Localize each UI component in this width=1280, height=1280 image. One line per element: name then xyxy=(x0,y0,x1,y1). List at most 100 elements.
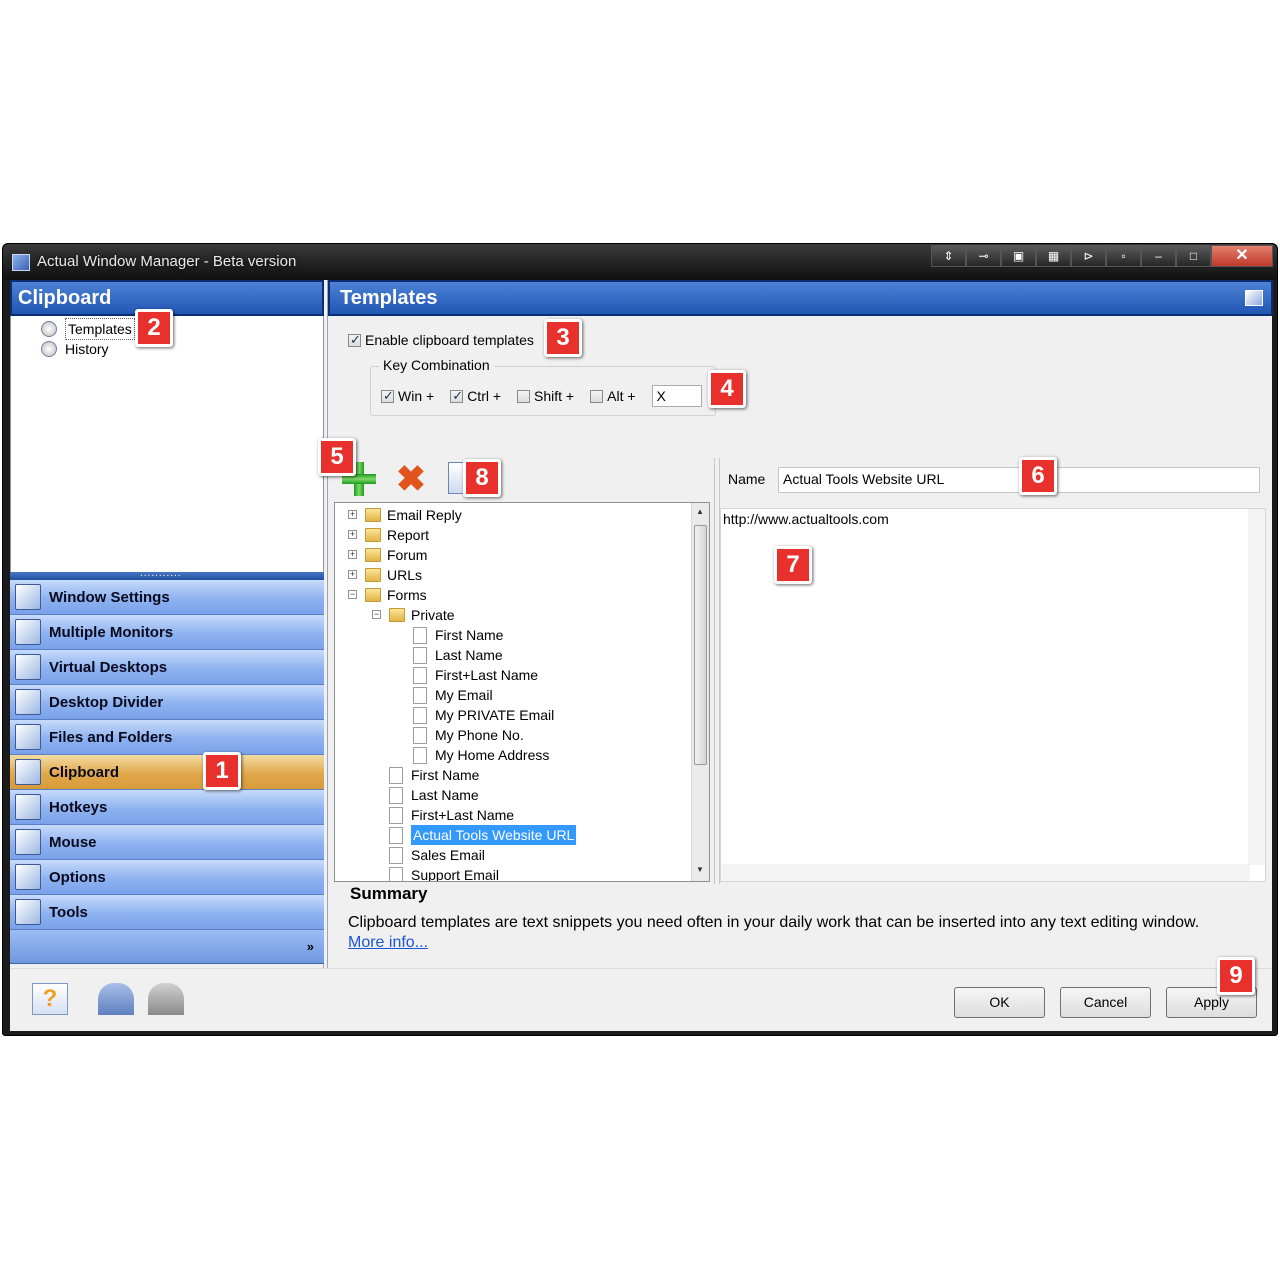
tree-item-label: Forms xyxy=(387,587,427,603)
clipboard-icon xyxy=(15,759,41,785)
tree-item[interactable]: Sales Email xyxy=(389,845,485,865)
tree-item[interactable]: Forms xyxy=(365,585,427,605)
nav-label: Mouse xyxy=(49,833,97,851)
nav-more-button[interactable]: » xyxy=(10,930,324,964)
delete-template-button[interactable]: ✖ xyxy=(394,461,428,497)
scroll-up-arrow-icon[interactable]: ▲ xyxy=(696,507,704,516)
nav-multiple-monitors[interactable]: Multiple Monitors xyxy=(10,615,324,650)
alt-key-checkbox[interactable]: Alt + xyxy=(590,388,636,404)
editor-horizontal-scrollbar[interactable] xyxy=(721,864,1250,881)
nav-desktop-divider[interactable]: Desktop Divider xyxy=(10,685,324,720)
section-title: Templates xyxy=(340,287,438,309)
nav-label: Multiple Monitors xyxy=(49,623,174,641)
title-btn-tray[interactable]: ▫ xyxy=(1106,245,1141,267)
tree-expander-icon[interactable]: − xyxy=(348,590,357,599)
hotkey-input[interactable]: X xyxy=(651,385,702,407)
tree-item[interactable]: My Home Address xyxy=(413,745,549,765)
tree-expander-icon[interactable]: − xyxy=(372,610,381,619)
nav-label: Desktop Divider xyxy=(49,693,164,711)
tree-item[interactable]: Actual Tools Website URL xyxy=(389,825,577,845)
ctrl-key-checkbox[interactable]: Ctrl + xyxy=(450,388,501,404)
tree-expander-icon[interactable]: + xyxy=(348,530,357,539)
minimize-button[interactable]: – xyxy=(1141,245,1176,267)
tree-item[interactable]: Last Name xyxy=(413,645,503,665)
right-header: Templates xyxy=(328,280,1273,316)
document-icon xyxy=(413,706,427,724)
nav-hotkeys[interactable]: Hotkeys xyxy=(10,790,324,825)
enable-templates-checkbox[interactable]: Enable clipboard templates xyxy=(348,332,534,348)
tree-item[interactable]: Support Email xyxy=(389,865,499,881)
tree-item[interactable]: First+Last Name xyxy=(413,665,538,685)
tree-expander-icon[interactable]: + xyxy=(348,550,357,559)
nav-virtual-desktops[interactable]: Virtual Desktops xyxy=(10,650,324,685)
annotation-badge-4: 4 xyxy=(708,370,746,408)
undo-icon[interactable] xyxy=(98,983,134,1015)
more-info-link[interactable]: More info... xyxy=(348,934,428,952)
tree-item-templates[interactable]: Templates xyxy=(41,318,135,340)
checkbox-box xyxy=(450,388,464,404)
title-btn-roll[interactable]: ⊳ xyxy=(1071,245,1106,267)
editor-vertical-scrollbar[interactable] xyxy=(1248,509,1265,865)
title-btn-pin[interactable]: ⊸ xyxy=(966,245,1001,267)
scrollbar-thumb[interactable] xyxy=(694,525,707,765)
tree-item[interactable]: Email Reply xyxy=(365,505,462,525)
tree-item-label: My Phone No. xyxy=(435,727,524,743)
checkbox-label: Ctrl + xyxy=(467,388,502,404)
tree-expander-icon[interactable]: + xyxy=(348,510,357,519)
win-key-checkbox[interactable]: Win + xyxy=(381,388,434,404)
redo-icon[interactable] xyxy=(148,983,184,1015)
tree-item[interactable]: First Name xyxy=(413,625,503,645)
folder-icon xyxy=(389,608,405,622)
scroll-down-arrow-icon[interactable]: ▼ xyxy=(696,865,704,874)
tree-item[interactable]: First Name xyxy=(389,765,479,785)
tree-item[interactable]: My Phone No. xyxy=(413,725,524,745)
checkbox-label: Shift + xyxy=(534,388,575,404)
checkbox-box xyxy=(381,388,394,404)
tree-item-history[interactable]: History xyxy=(41,339,109,359)
tree-expander-icon[interactable]: + xyxy=(348,570,357,579)
document-icon xyxy=(413,646,427,664)
nav-tools[interactable]: Tools xyxy=(10,895,324,930)
nav-clipboard[interactable]: Clipboard xyxy=(10,755,324,790)
template-content-text: http://www.actualtools.com xyxy=(723,511,889,527)
tree-item[interactable]: First+Last Name xyxy=(389,805,514,825)
client-area: Clipboard Templates History ........... … xyxy=(10,280,1273,1031)
close-button[interactable]: ✕ xyxy=(1211,245,1273,267)
help-icon[interactable]: ? xyxy=(32,983,68,1015)
shift-key-checkbox[interactable]: Shift + xyxy=(517,388,574,404)
app-icon xyxy=(12,254,30,271)
tree-item-label: Email Reply xyxy=(387,507,462,523)
ok-button[interactable]: OK xyxy=(954,987,1045,1018)
nav-mouse[interactable]: Mouse xyxy=(10,825,324,860)
folder-icon xyxy=(365,588,381,602)
tree-vertical-scrollbar[interactable]: ▲ ▼ xyxy=(691,503,709,881)
key-row: Win + Ctrl + Shift + Alt + X xyxy=(381,385,702,407)
tree-item[interactable]: Report xyxy=(365,525,429,545)
tree-item[interactable]: URLs xyxy=(365,565,422,585)
tree-item-label: Last Name xyxy=(435,647,503,663)
annotation-badge-7: 7 xyxy=(774,546,812,584)
document-icon xyxy=(389,786,403,804)
title-btn-monitor[interactable]: ▣ xyxy=(1001,245,1036,267)
checkbox-label: Alt + xyxy=(607,388,636,404)
tree-item[interactable]: Last Name xyxy=(389,785,479,805)
cancel-button[interactable]: Cancel xyxy=(1060,987,1151,1018)
tree-item-label: My PRIVATE Email xyxy=(435,707,555,723)
tree-item[interactable]: My Email xyxy=(413,685,493,705)
nav-label: Hotkeys xyxy=(49,798,108,816)
tools-icon xyxy=(15,899,41,925)
title-bar[interactable]: Actual Window Manager - Beta version ⇕ ⊸… xyxy=(3,244,1277,280)
tree-item-label: Templates xyxy=(65,318,135,340)
document-icon xyxy=(413,746,427,764)
tree-item[interactable]: Forum xyxy=(365,545,427,565)
tree-item[interactable]: My PRIVATE Email xyxy=(413,705,554,725)
nav-options[interactable]: Options xyxy=(10,860,324,895)
title-btn-menu[interactable]: ⇕ xyxy=(931,245,966,267)
tree-item[interactable]: Private xyxy=(389,605,455,625)
maximize-button[interactable]: □ xyxy=(1176,245,1211,267)
nav-window-settings[interactable]: Window Settings xyxy=(10,580,324,615)
title-btn-transparency[interactable]: ▦ xyxy=(1036,245,1071,267)
pane-splitter-grip[interactable]: ........... xyxy=(10,568,324,580)
folder-icon xyxy=(365,508,381,522)
nav-files-and-folders[interactable]: Files and Folders xyxy=(10,720,324,755)
